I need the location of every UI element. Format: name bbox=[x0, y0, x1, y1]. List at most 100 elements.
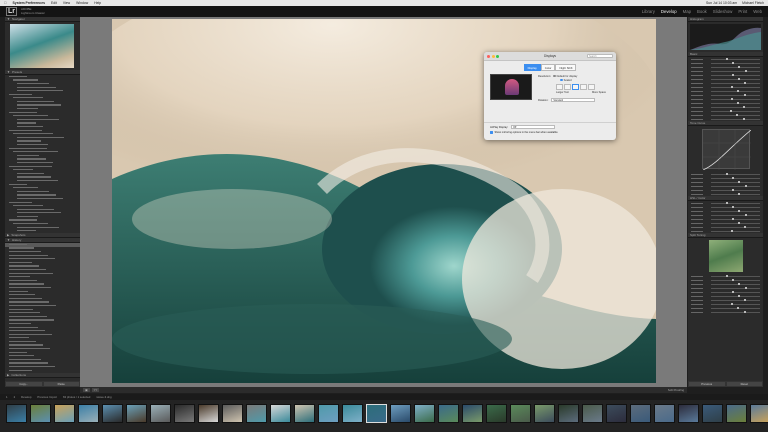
slider-knob[interactable] bbox=[731, 290, 734, 294]
resolution-scaled-label[interactable]: Scaled bbox=[564, 79, 572, 82]
filmstrip-thumbnail[interactable] bbox=[510, 404, 531, 423]
slider-track[interactable] bbox=[711, 298, 760, 302]
slider-knob[interactable] bbox=[725, 201, 728, 205]
slider-knob[interactable] bbox=[744, 81, 747, 85]
slider-track[interactable] bbox=[711, 217, 760, 221]
collections-header[interactable]: ▶ Collections bbox=[5, 372, 80, 378]
filmstrip-thumbnail[interactable] bbox=[750, 404, 768, 423]
filmstrip-thumbnail[interactable] bbox=[438, 404, 459, 423]
before-after-icon[interactable]: YY bbox=[91, 388, 100, 392]
slider-track[interactable] bbox=[711, 172, 760, 176]
slider-knob[interactable] bbox=[732, 176, 735, 180]
filmstrip-thumbnail[interactable] bbox=[270, 404, 291, 423]
menu-app-name[interactable]: System Preferences bbox=[13, 1, 45, 5]
slider-track[interactable] bbox=[711, 77, 760, 81]
slider-knob[interactable] bbox=[732, 61, 735, 65]
mirror-checkbox[interactable] bbox=[490, 131, 493, 134]
filmstrip-thumbnail[interactable] bbox=[102, 404, 123, 423]
slider-knob[interactable] bbox=[738, 180, 741, 184]
module-develop[interactable]: Develop bbox=[661, 9, 677, 14]
slider-track[interactable] bbox=[711, 278, 760, 282]
filmstrip-thumbnail[interactable] bbox=[630, 404, 651, 423]
slider-knob[interactable] bbox=[732, 205, 735, 209]
filmstrip-thumbnail[interactable] bbox=[606, 404, 627, 423]
slider-knob[interactable] bbox=[742, 117, 745, 121]
slider-track[interactable] bbox=[711, 93, 760, 97]
slider-track[interactable] bbox=[711, 294, 760, 298]
slider-knob[interactable] bbox=[744, 225, 747, 229]
slider-knob[interactable] bbox=[738, 282, 741, 286]
slider-track[interactable] bbox=[711, 117, 760, 121]
menu-window[interactable]: Window bbox=[76, 1, 88, 5]
minimize-icon[interactable] bbox=[491, 54, 495, 58]
filmstrip-thumbnail[interactable] bbox=[678, 404, 699, 423]
slider-knob[interactable] bbox=[743, 105, 746, 109]
slider-knob[interactable] bbox=[737, 89, 740, 93]
radio-default[interactable] bbox=[552, 74, 556, 78]
slider-track[interactable] bbox=[711, 101, 760, 105]
slider-track[interactable] bbox=[711, 89, 760, 93]
resolution-tile-5[interactable] bbox=[588, 84, 595, 90]
filmstrip-thumbnail[interactable] bbox=[582, 404, 603, 423]
filmstrip-thumbnail[interactable] bbox=[126, 404, 147, 423]
copy-button[interactable]: Copy... bbox=[6, 382, 42, 386]
slider-knob[interactable] bbox=[744, 184, 747, 188]
slider-track[interactable] bbox=[711, 81, 760, 85]
slider-knob[interactable] bbox=[744, 286, 747, 290]
split-toning-header[interactable]: Split Toning bbox=[688, 233, 763, 238]
slider-knob[interactable] bbox=[744, 213, 747, 217]
filmstrip-thumbnail[interactable] bbox=[654, 404, 675, 423]
slider-track[interactable] bbox=[711, 274, 760, 278]
slider-knob[interactable] bbox=[743, 93, 746, 97]
slider-track[interactable] bbox=[711, 85, 760, 89]
slider-knob[interactable] bbox=[725, 57, 728, 61]
airplay-select[interactable]: Off bbox=[511, 125, 556, 129]
tone-curve-graph[interactable] bbox=[701, 129, 751, 171]
slider-track[interactable] bbox=[711, 209, 760, 213]
module-slideshow[interactable]: Slideshow bbox=[713, 9, 733, 14]
filmstrip-thumbnail[interactable] bbox=[342, 404, 363, 423]
filmstrip-thumbnail[interactable] bbox=[30, 404, 51, 423]
filmstrip-thumbnail[interactable] bbox=[174, 404, 195, 423]
slider-track[interactable] bbox=[711, 225, 760, 229]
slider-track[interactable] bbox=[711, 310, 760, 314]
module-map[interactable]: Map bbox=[683, 9, 691, 14]
apple-icon[interactable]:  bbox=[4, 1, 7, 5]
filmstrip-thumbnail[interactable] bbox=[414, 404, 435, 423]
resolution-tile-1[interactable] bbox=[556, 84, 563, 90]
reset-button[interactable]: Reset bbox=[726, 382, 762, 386]
view-mode-icon[interactable]: ▣ bbox=[83, 388, 90, 392]
tab-display[interactable]: Display bbox=[523, 64, 541, 71]
slider-track[interactable] bbox=[711, 229, 760, 233]
filmstrip-thumbnail[interactable] bbox=[702, 404, 723, 423]
slider-knob[interactable] bbox=[736, 113, 739, 117]
slider-track[interactable] bbox=[711, 290, 760, 294]
slider-knob[interactable] bbox=[737, 77, 740, 81]
menubar-user[interactable]: Michael Fletch bbox=[742, 1, 764, 5]
filmstrip-thumbnail[interactable] bbox=[78, 404, 99, 423]
navigator-header[interactable]: ▼ Navigator bbox=[5, 17, 80, 22]
radio-scaled[interactable] bbox=[560, 78, 563, 82]
slider-knob[interactable] bbox=[738, 65, 741, 69]
close-icon[interactable] bbox=[487, 54, 490, 58]
resolution-tile-4[interactable] bbox=[580, 84, 587, 90]
tab-night-shift[interactable]: Night Shift bbox=[555, 64, 577, 71]
slider-knob[interactable] bbox=[725, 172, 728, 176]
slider-knob[interactable] bbox=[737, 192, 740, 196]
module-library[interactable]: Library bbox=[642, 9, 655, 14]
slider-track[interactable] bbox=[711, 221, 760, 225]
secondary-window-1[interactable]: 1 bbox=[6, 395, 8, 399]
slider-knob[interactable] bbox=[730, 109, 733, 113]
filmstrip-thumbnail[interactable] bbox=[726, 404, 747, 423]
slider-knob[interactable] bbox=[731, 229, 734, 233]
resolution-tile-3[interactable] bbox=[572, 84, 579, 90]
slider-knob[interactable] bbox=[744, 69, 747, 73]
menubar-clock[interactable]: Sun Jul 14 10:03 am bbox=[706, 1, 737, 5]
slider-track[interactable] bbox=[711, 201, 760, 205]
module-print[interactable]: Print bbox=[738, 9, 747, 14]
tone-curve-header[interactable]: Tone Curve bbox=[688, 121, 763, 126]
slider-track[interactable] bbox=[711, 176, 760, 180]
slider-track[interactable] bbox=[711, 286, 760, 290]
rotation-select[interactable]: Standard bbox=[551, 98, 596, 102]
zoom-icon[interactable] bbox=[496, 54, 499, 58]
